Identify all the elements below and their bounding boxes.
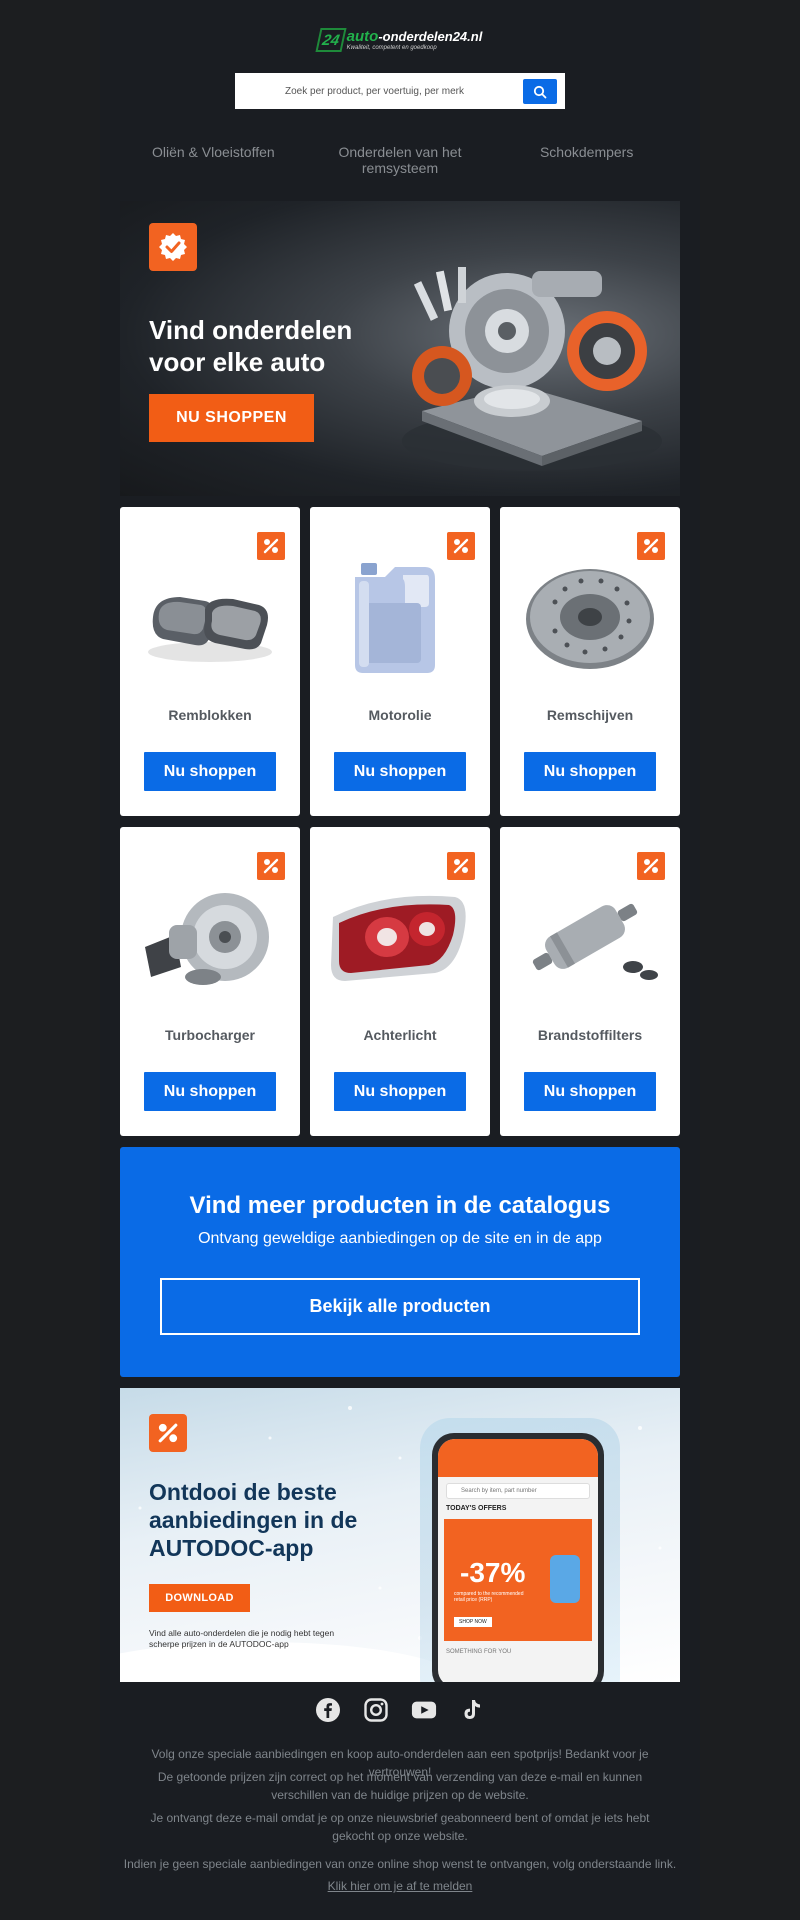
discount-badge-icon bbox=[447, 852, 475, 880]
search-icon bbox=[533, 85, 547, 98]
turbocharger-icon bbox=[145, 893, 269, 985]
footer-text-4: Indien je geen speciale aanbiedingen van… bbox=[123, 1857, 677, 1871]
nav-item-oils[interactable]: Oliën & Vloeistoffen bbox=[120, 144, 307, 176]
verified-badge-icon bbox=[149, 223, 197, 271]
product-name: Achterlicht bbox=[363, 1027, 437, 1043]
tiktok-icon[interactable] bbox=[459, 1697, 485, 1723]
product-name: Motorolie bbox=[368, 707, 432, 723]
discount-badge-icon bbox=[447, 532, 475, 560]
instagram-icon[interactable] bbox=[363, 1697, 389, 1723]
product-name: Turbocharger bbox=[165, 1027, 255, 1043]
product-card-turbocharger[interactable]: Turbocharger Nu shoppen bbox=[120, 827, 300, 1136]
hero-shop-button[interactable]: NU SHOPPEN bbox=[149, 394, 314, 442]
product-name: Remblokken bbox=[168, 707, 252, 723]
discount-badge-icon bbox=[257, 532, 285, 560]
brake-pads-icon bbox=[148, 597, 272, 662]
nav-item-brakes[interactable]: Onderdelen van het remsysteem bbox=[307, 144, 494, 176]
app-promo-banner[interactable]: Ontdooi de beste aanbiedingen in de AUTO… bbox=[120, 1388, 680, 1682]
bottle-icon bbox=[550, 1555, 580, 1603]
product-name: Brandstoffilters bbox=[537, 1027, 643, 1043]
discount-badge-icon bbox=[637, 852, 665, 880]
hero-title: Vind onderdelen voor elke auto bbox=[149, 315, 353, 377]
fuel-filter-icon bbox=[532, 903, 658, 980]
logo[interactable]: 24 auto-onderdelen24.nl Kwaliteit, compe… bbox=[0, 28, 800, 52]
car-parts-illustration-icon bbox=[402, 267, 662, 471]
footer-text-3: Je ontvangt deze e-mail omdat je op onze… bbox=[150, 1811, 650, 1843]
view-all-products-button[interactable]: Bekijk alle producten bbox=[160, 1278, 640, 1335]
catalog-subtitle: Ontvang geweldige aanbiedingen op de sit… bbox=[198, 1230, 602, 1247]
search-input[interactable] bbox=[285, 81, 535, 101]
search-bar bbox=[235, 73, 565, 109]
logo-tagline: Kwaliteit, competent en goedkoop bbox=[346, 45, 437, 51]
product-card-achterlicht[interactable]: Achterlicht Nu shoppen bbox=[310, 827, 490, 1136]
phone-mockup: Search by item, part number TODAY'S OFFE… bbox=[432, 1433, 604, 1682]
catalog-banner: Vind meer producten in de catalogus Ontv… bbox=[120, 1147, 680, 1377]
hero-banner[interactable]: Vind onderdelen voor elke auto NU SHOPPE… bbox=[120, 201, 680, 496]
product-card-brandstoffilters[interactable]: Brandstoffilters Nu shoppen bbox=[500, 827, 680, 1136]
promo-note: Vind alle auto-onderdelen die je nodig h… bbox=[149, 1628, 335, 1649]
facebook-icon[interactable] bbox=[315, 1697, 341, 1723]
tail-light-icon bbox=[331, 895, 466, 981]
shop-button[interactable]: Nu shoppen bbox=[144, 752, 276, 791]
product-card-remblokken[interactable]: Remblokken Nu shoppen bbox=[120, 507, 300, 816]
product-card-remschijven[interactable]: Remschijven Nu shoppen bbox=[500, 507, 680, 816]
brake-disc-icon bbox=[526, 569, 654, 669]
unsubscribe-link[interactable]: Klik hier om je af te melden bbox=[328, 1879, 473, 1893]
logo-name: auto-onderdelen24.nl bbox=[346, 28, 483, 45]
shop-button[interactable]: Nu shoppen bbox=[524, 1072, 656, 1111]
discount-badge-icon bbox=[257, 852, 285, 880]
shop-button[interactable]: Nu shoppen bbox=[334, 1072, 466, 1111]
youtube-icon[interactable] bbox=[411, 1697, 437, 1723]
download-button[interactable]: DOWNLOAD bbox=[149, 1584, 250, 1612]
footer-text-2: De getoonde prijzen zijn correct op het … bbox=[157, 1770, 643, 1802]
shop-button[interactable]: Nu shoppen bbox=[524, 752, 656, 791]
search-button[interactable] bbox=[523, 79, 557, 104]
category-nav: Oliën & Vloeistoffen Onderdelen van het … bbox=[120, 144, 680, 176]
discount-badge-icon bbox=[149, 1414, 187, 1452]
shop-button[interactable]: Nu shoppen bbox=[144, 1072, 276, 1111]
offer-card: -37% compared to the recommended retail … bbox=[444, 1519, 592, 1641]
promo-title: Ontdooi de beste aanbiedingen in de AUTO… bbox=[149, 1479, 358, 1561]
catalog-title: Vind meer producten in de catalogus bbox=[189, 1192, 611, 1219]
oil-canister-icon bbox=[355, 563, 435, 673]
shop-button[interactable]: Nu shoppen bbox=[334, 752, 466, 791]
social-links bbox=[0, 1697, 800, 1723]
nav-item-shocks[interactable]: Schokdempers bbox=[493, 144, 680, 176]
product-name: Remschijven bbox=[546, 707, 634, 723]
logo-mark-icon: 24 bbox=[315, 28, 347, 52]
discount-badge-icon bbox=[637, 532, 665, 560]
product-card-motorolie[interactable]: Motorolie Nu shoppen bbox=[310, 507, 490, 816]
